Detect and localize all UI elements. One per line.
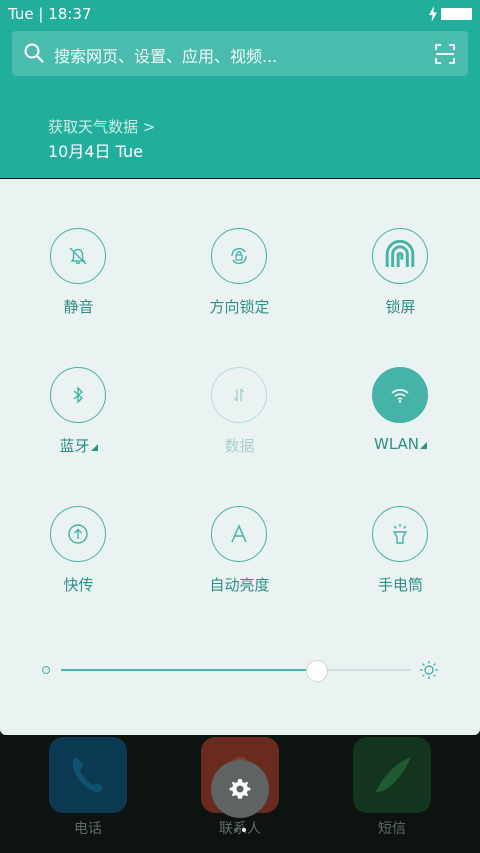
toggle-silent-circle[interactable] <box>50 228 106 284</box>
brightness-high-icon <box>420 661 438 679</box>
toggle-wlan[interactable]: WLAN <box>322 367 480 477</box>
toggle-silent-label: 静音 <box>63 298 94 316</box>
page-indicator-dot <box>234 828 238 832</box>
search-bar[interactable]: 搜索网页、设置、应用、视频... <box>12 31 468 76</box>
search-input[interactable]: 搜索网页、设置、应用、视频... <box>54 43 277 67</box>
rotation-lock-icon <box>231 247 247 265</box>
bluetooth-label-text: 蓝牙 <box>59 437 90 455</box>
status-time: Tue | 18:37 <box>8 5 92 23</box>
dock-label-phone: 电话 <box>74 821 102 837</box>
weather-link[interactable]: 获取天气数据 > <box>48 116 155 137</box>
toggle-share-label: 快传 <box>63 576 94 594</box>
toggle-lock-label: 锁屏 <box>385 298 416 316</box>
toggle-share-circle[interactable] <box>50 506 106 562</box>
toggle-wlan-label: WLAN <box>322 435 479 453</box>
toggle-rotation-circle[interactable] <box>211 228 267 284</box>
toggle-bluetooth-circle[interactable] <box>50 367 106 423</box>
toggle-data-label: 数据 <box>224 437 255 455</box>
wifi-icon <box>391 389 409 403</box>
toggle-autobright-label: 自动亮度 <box>209 576 270 594</box>
expand-triangle-icon <box>420 442 427 449</box>
settings-button[interactable] <box>211 760 269 818</box>
bolt-icon <box>429 6 437 22</box>
dock-label-contacts: 联系人 <box>219 821 261 837</box>
flashlight-icon <box>392 524 408 544</box>
scan-icon[interactable] <box>435 44 455 64</box>
bluetooth-icon <box>73 386 84 404</box>
toggle-flashlight-label: 手电筒 <box>377 576 423 594</box>
toggle-silent[interactable]: 静音 <box>0 228 160 338</box>
auto-brightness-icon <box>231 524 247 543</box>
toggle-autobright-circle[interactable] <box>211 506 267 562</box>
brightness-fill <box>61 669 317 671</box>
toggle-quick-share[interactable]: 快传 <box>0 506 160 616</box>
toggle-lock-screen[interactable]: 锁屏 <box>322 228 480 338</box>
expand-triangle-icon <box>90 444 98 451</box>
message-app[interactable] <box>353 737 431 813</box>
date-text: 10月4日 Tue <box>48 142 143 161</box>
bell-off-icon <box>69 247 87 265</box>
toggle-wlan-circle[interactable] <box>372 367 428 423</box>
toggle-lock-circle[interactable] <box>372 228 428 284</box>
search-icon <box>24 43 44 63</box>
phone-icon <box>72 757 103 792</box>
brightness-slider[interactable] <box>61 669 411 671</box>
toggle-mobile-data[interactable]: 数据 <box>161 367 321 477</box>
toggle-flashlight[interactable]: 手电筒 <box>322 506 480 616</box>
phone-app[interactable] <box>49 737 127 813</box>
toggle-bluetooth-label: 蓝牙 <box>0 435 157 456</box>
mobile-data-icon <box>233 388 245 402</box>
dock-label-message: 短信 <box>378 821 406 837</box>
status-bar: Tue | 18:37 <box>0 0 480 28</box>
toggle-bluetooth[interactable]: 蓝牙 <box>0 367 160 477</box>
toggle-auto-brightness[interactable]: 自动亮度 <box>161 506 321 616</box>
brightness-low-icon <box>42 666 50 674</box>
notification-header: Tue | 18:37 搜索网页、设置、应用、视频... 获取天气数据 > 10… <box>0 0 480 178</box>
toggle-data-circle[interactable] <box>211 367 267 423</box>
wlan-label-text: WLAN <box>373 435 419 453</box>
fingerprint-icon <box>385 239 415 267</box>
share-transfer-icon <box>68 524 88 544</box>
page-indicator-dot-active <box>242 828 246 832</box>
gear-icon <box>229 779 251 799</box>
toggle-flashlight-circle[interactable] <box>372 506 428 562</box>
toggle-rotation-label: 方向锁定 <box>209 298 270 316</box>
brightness-thumb[interactable] <box>305 660 328 682</box>
battery-icon <box>441 8 472 20</box>
toggle-rotation-lock[interactable]: 方向锁定 <box>161 228 321 338</box>
message-icon <box>375 757 411 793</box>
